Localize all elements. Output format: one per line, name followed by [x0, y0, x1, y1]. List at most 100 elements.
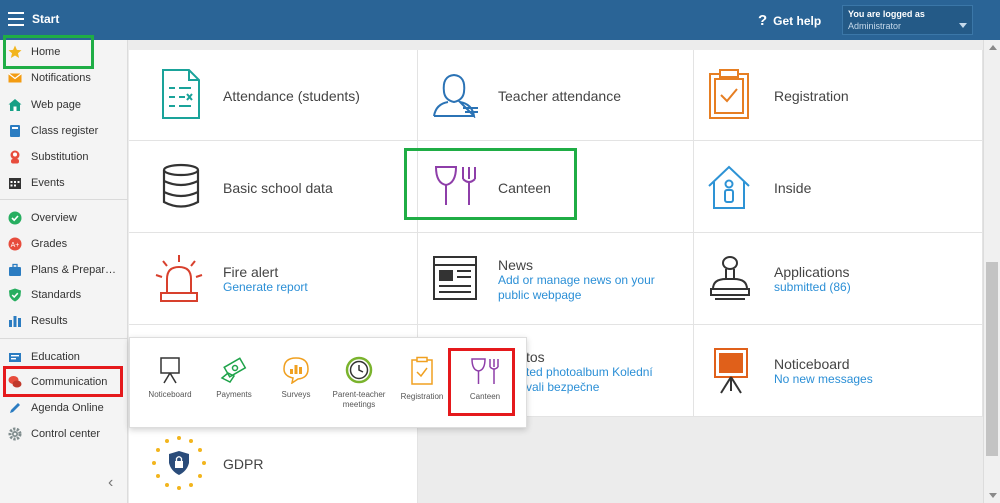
house-icon [8, 98, 22, 112]
tile-basic-school-data[interactable]: Basic school data [129, 141, 418, 233]
sidebar-item-substitution[interactable]: Substitution [0, 146, 128, 168]
sidebar-item-class-register[interactable]: Class register [0, 120, 128, 142]
tile-attendance[interactable]: Attendance (students) [129, 50, 418, 141]
get-help-button[interactable]: ? Get help [758, 12, 821, 29]
checklist-icon [162, 69, 200, 119]
clock-icon [345, 356, 373, 384]
user-menu[interactable]: You are logged as Administrator [842, 5, 973, 35]
gdpr-icon [152, 436, 206, 490]
sidebar-item-label: Control center [31, 428, 101, 440]
user-role: Administrator [848, 21, 902, 31]
photos-description-link[interactable]: ted photoalbum Kolední vali bezpečne [526, 365, 653, 395]
flyout-item-surveys[interactable]: Surveys [266, 356, 326, 400]
payments-icon [220, 357, 247, 383]
highlight-flyout-canteen [448, 348, 515, 416]
database-icon [162, 163, 200, 208]
easel-icon [714, 348, 748, 394]
sidebar: Home Notifications Web page Class regist… [0, 40, 128, 503]
sidebar-item-plans[interactable]: Plans & Prepar… [0, 259, 128, 281]
scroll-down-icon[interactable] [989, 493, 997, 498]
tile-label: Fire alert [223, 264, 279, 280]
generate-report-link[interactable]: Generate report [223, 280, 308, 295]
menu-icon[interactable] [8, 12, 24, 26]
calendar-icon [8, 176, 22, 190]
sidebar-item-standards[interactable]: Standards [0, 284, 128, 306]
pencil-icon [8, 401, 22, 415]
flyout-item-parent-teacher-meetings[interactable]: Parent-teacher meetings [329, 356, 389, 410]
teacher-icon [433, 73, 478, 118]
sidebar-item-label: Notifications [31, 72, 91, 84]
briefcase-icon [8, 263, 22, 277]
sidebar-item-control-center[interactable]: Control center [0, 423, 128, 445]
tile-label: Noticeboard [774, 356, 850, 372]
grades-icon: A+ [8, 237, 22, 251]
tile-label: Attendance (students) [223, 88, 360, 104]
tile-label: tos [526, 349, 545, 365]
sidebar-divider [0, 199, 128, 200]
news-description-link[interactable]: Add or manage news on your public webpag… [498, 273, 655, 303]
sidebar-item-label: Plans & Prepar… [31, 264, 116, 276]
envelope-icon [8, 71, 22, 85]
svg-text:A+: A+ [11, 242, 20, 249]
sidebar-item-label: Events [31, 177, 65, 189]
flyout-item-noticeboard[interactable]: Noticeboard [140, 356, 200, 400]
stamp-icon [710, 256, 750, 300]
sidebar-item-events[interactable]: Events [0, 172, 128, 194]
tile-fire-alert[interactable]: Fire alert Generate report [129, 233, 418, 325]
chevron-down-icon [959, 23, 967, 28]
tile-registration[interactable]: Registration [694, 50, 983, 141]
gear-icon [8, 427, 22, 441]
tile-news[interactable]: News Add or manage news on your public w… [418, 233, 694, 325]
top-bar: Start ? Get help You are logged as Admin… [0, 0, 1000, 40]
photos-sub-line1: ted photoalbum Kolední [526, 365, 653, 379]
sidebar-item-education[interactable]: Education [0, 346, 128, 368]
sidebar-item-label: Overview [31, 212, 77, 224]
sidebar-item-label: Substitution [31, 151, 89, 163]
check-circle-icon [8, 211, 22, 225]
tile-label: News [498, 257, 534, 273]
tile-label: Applications [774, 264, 850, 280]
tile-inside[interactable]: Inside [694, 141, 983, 233]
flyout-item-label: Surveys [281, 390, 311, 399]
clipboard-icon [411, 356, 433, 385]
sidebar-item-label: Results [31, 315, 68, 327]
highlight-canteen-tile [404, 148, 577, 220]
tile-teacher-attendance[interactable]: Teacher attendance [418, 50, 694, 141]
news-sub-line2: public webpage [498, 288, 582, 302]
sidebar-item-overview[interactable]: Overview [0, 207, 128, 229]
sidebar-item-label: Web page [31, 99, 81, 111]
scroll-up-icon[interactable] [989, 45, 997, 50]
flyout-item-registration[interactable]: Registration [392, 356, 452, 402]
person-icon [8, 150, 22, 164]
sidebar-item-label: Class register [31, 125, 99, 137]
sidebar-item-web-page[interactable]: Web page [0, 94, 128, 116]
tile-label: Teacher attendance [498, 88, 621, 104]
book-icon [8, 124, 22, 138]
sidebar-divider [0, 338, 128, 339]
tile-gdpr[interactable]: GDPR [129, 417, 418, 503]
vertical-scrollbar[interactable] [983, 40, 1000, 503]
noticeboard-messages-link[interactable]: No new messages [774, 372, 873, 387]
sidebar-item-label: Education [31, 351, 80, 363]
sidebar-item-results[interactable]: Results [0, 310, 128, 332]
applications-submitted-link[interactable]: submitted (86) [774, 280, 851, 295]
education-icon [8, 350, 22, 364]
tile-label: Basic school data [223, 180, 333, 196]
collapse-sidebar-icon[interactable]: ‹ [108, 474, 113, 492]
sidebar-item-notifications[interactable]: Notifications [0, 67, 128, 89]
scrollbar-thumb[interactable] [986, 262, 998, 456]
app-title: Start [32, 12, 60, 26]
shield-check-icon [8, 288, 22, 302]
sidebar-item-label: Standards [31, 289, 82, 301]
tile-noticeboard[interactable]: Noticeboard No new messages [694, 325, 983, 417]
sidebar-item-grades[interactable]: A+ Grades [0, 233, 128, 255]
bar-chart-icon [8, 314, 22, 328]
news-sub-line1: Add or manage news on your [498, 273, 655, 287]
alarm-light-icon [155, 255, 203, 302]
flyout-item-payments[interactable]: Payments [204, 356, 264, 400]
get-help-label: Get help [773, 13, 822, 28]
main-content: Attendance (students) Teacher attendance… [129, 40, 983, 503]
sidebar-item-agenda-online[interactable]: Agenda Online [0, 397, 128, 419]
flyout-item-label: Payments [216, 390, 252, 399]
tile-applications[interactable]: Applications submitted (86) [694, 233, 983, 325]
